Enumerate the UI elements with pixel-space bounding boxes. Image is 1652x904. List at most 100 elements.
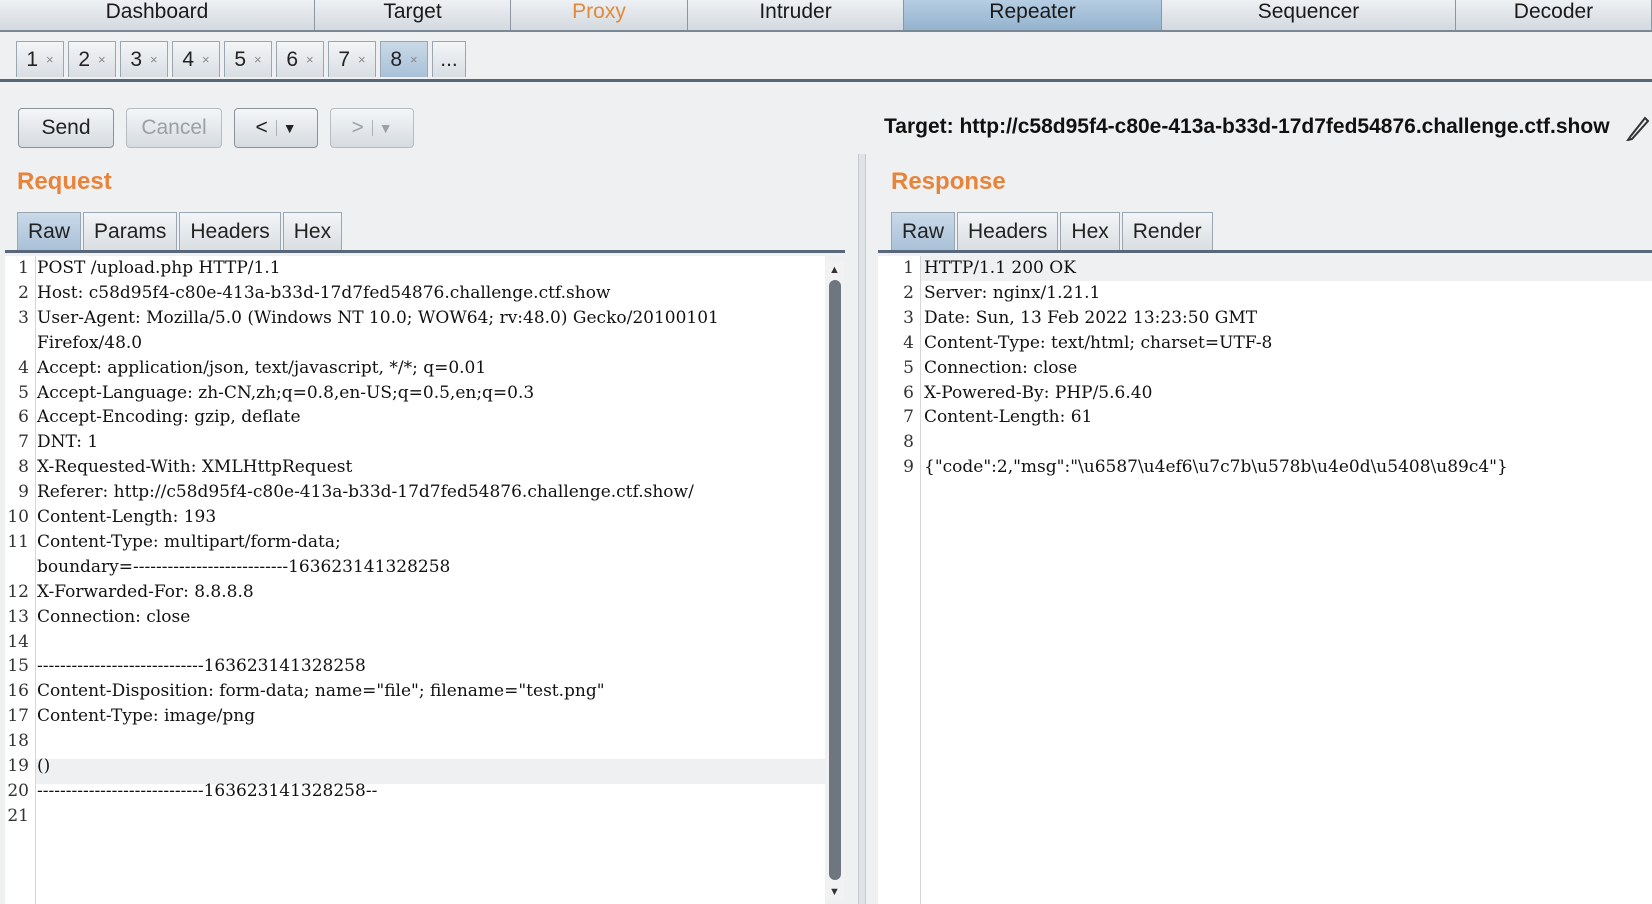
repeater-tab-label: 2 xyxy=(78,47,91,71)
pencil-icon[interactable] xyxy=(1625,113,1650,148)
code-line: Server: nginx/1.21.1 xyxy=(924,282,1101,303)
code-line: User-Agent: Mozilla/5.0 (Windows NT 10.0… xyxy=(37,307,719,328)
repeater-tab-8[interactable]: 8 × xyxy=(380,41,428,77)
request-tab-headers[interactable]: Headers xyxy=(179,212,281,250)
repeater-tab-label: 6 xyxy=(286,47,299,71)
tab-dashboard[interactable]: Dashboard xyxy=(0,0,315,30)
repeater-tab-label: 7 xyxy=(338,47,351,71)
line-number: 13 xyxy=(7,606,29,627)
line-number: 9 xyxy=(18,482,29,503)
line-number: 6 xyxy=(18,407,29,428)
code-line: X-Requested-With: XMLHttpRequest xyxy=(37,457,353,478)
code-line: Referer: http://c58d95f4-c80e-413a-b33d-… xyxy=(37,482,694,503)
tab-intruder[interactable]: Intruder xyxy=(688,0,904,30)
close-icon[interactable]: × xyxy=(254,52,262,67)
tab-target[interactable]: Target xyxy=(315,0,511,30)
dropdown-icon[interactable]: ▼ xyxy=(371,120,393,136)
line-number: 2 xyxy=(18,282,29,303)
close-icon[interactable]: × xyxy=(358,52,366,67)
line-number: 3 xyxy=(903,307,914,328)
line-number: 12 xyxy=(7,581,29,602)
repeater-tab-1[interactable]: 1 × xyxy=(16,41,64,77)
line-number: 20 xyxy=(7,780,29,801)
repeater-tab-label: 5 xyxy=(234,47,247,71)
code-line: boundary=---------------------------1636… xyxy=(37,556,451,577)
cancel-button[interactable]: Cancel xyxy=(126,108,222,148)
tab-proxy[interactable]: Proxy xyxy=(511,0,688,30)
line-number: 5 xyxy=(18,382,29,403)
close-icon[interactable]: × xyxy=(410,52,418,67)
line-number: 9 xyxy=(903,457,914,478)
code-line: X-Forwarded-For: 8.8.8.8 xyxy=(37,581,254,602)
back-button[interactable]: < ▼ xyxy=(234,108,318,148)
repeater-tab-6[interactable]: 6 × xyxy=(276,41,324,77)
code-line: Content-Type: image/png xyxy=(37,706,256,727)
repeater-tab-more[interactable]: ... xyxy=(432,41,466,77)
line-number: 11 xyxy=(7,531,29,552)
request-editor[interactable]: 1 POST /upload.php HTTP/1.1 2 Host: c58d95f… xyxy=(5,256,825,904)
line-number: 7 xyxy=(903,407,914,428)
dropdown-icon[interactable]: ▼ xyxy=(275,120,297,136)
chevron-left-icon: < xyxy=(255,116,268,139)
line-number: 18 xyxy=(7,731,29,752)
close-icon[interactable]: × xyxy=(98,52,106,67)
close-icon[interactable]: × xyxy=(202,52,210,67)
repeater-tab-label: 3 xyxy=(130,47,143,71)
code-line: X-Powered-By: PHP/5.6.40 xyxy=(924,382,1153,403)
scroll-thumb[interactable] xyxy=(829,280,841,880)
repeater-tab-label: 1 xyxy=(26,47,39,71)
request-title: Request xyxy=(17,168,112,195)
code-line: -----------------------------16362314132… xyxy=(37,780,378,801)
tab-decoder[interactable]: Decoder xyxy=(1456,0,1652,30)
response-tab-hex[interactable]: Hex xyxy=(1060,212,1120,250)
line-number: 4 xyxy=(903,332,914,353)
request-tab-raw[interactable]: Raw xyxy=(17,212,82,250)
code-line: Firefox/48.0 xyxy=(37,332,143,353)
response-tab-headers[interactable]: Headers xyxy=(957,212,1059,250)
code-line: Content-Disposition: form-data; name="fi… xyxy=(37,681,605,702)
line-number: 1 xyxy=(903,258,914,278)
forward-button[interactable]: > ▼ xyxy=(330,108,414,148)
scroll-down-icon[interactable]: ▼ xyxy=(829,886,840,898)
repeater-tab-3[interactable]: 3 × xyxy=(120,41,168,77)
scroll-up-icon[interactable]: ▲ xyxy=(829,264,840,276)
repeater-tab-4[interactable]: 4 × xyxy=(172,41,220,77)
split-pane-divider[interactable] xyxy=(858,154,866,904)
code-line: Connection: close xyxy=(924,357,1078,378)
code-line: Content-Type: text/html; charset=UTF-8 xyxy=(924,332,1273,353)
response-tab-render[interactable]: Render xyxy=(1121,212,1213,250)
request-tab-hex[interactable]: Hex xyxy=(282,212,343,250)
line-number: 15 xyxy=(7,656,29,677)
repeater-tab-7[interactable]: 7 × xyxy=(328,41,376,77)
line-number: 17 xyxy=(7,706,29,727)
close-icon[interactable]: × xyxy=(46,52,54,67)
response-title: Response xyxy=(891,168,1006,195)
response-editor[interactable]: 1 HTTP/1.1 200 OK 2 Server: nginx/1.21.1 3 Da… xyxy=(878,256,1652,904)
code-line: Accept: application/json, text/javascrip… xyxy=(37,357,487,378)
code-line: Content-Type: multipart/form-data; xyxy=(37,531,341,552)
repeater-tab-bar: 1 × 2 × 3 × 4 × 5 × 6 × 7 × 8 × ... xyxy=(16,41,470,79)
code-line: HTTP/1.1 200 OK xyxy=(924,258,1076,278)
close-icon[interactable]: × xyxy=(150,52,158,67)
tool-tab-bar: Dashboard Target Proxy Intruder Repeater… xyxy=(0,0,1652,32)
tab-repeater[interactable]: Repeater xyxy=(904,0,1162,30)
line-number: 8 xyxy=(903,432,914,453)
request-tab-params[interactable]: Params xyxy=(83,212,178,250)
tab-sequencer[interactable]: Sequencer xyxy=(1162,0,1456,30)
request-scrollbar[interactable]: ▲ ▼ xyxy=(826,262,844,900)
send-button[interactable]: Send xyxy=(18,108,114,148)
line-number: 3 xyxy=(18,307,29,328)
code-line: Content-Length: 61 xyxy=(924,407,1093,428)
line-number: 6 xyxy=(903,382,914,403)
code-line: -----------------------------16362314132… xyxy=(37,656,366,677)
response-tab-raw[interactable]: Raw xyxy=(891,212,956,250)
repeater-tab-label: 8 xyxy=(390,47,403,71)
line-number: 16 xyxy=(7,681,29,702)
code-line: Accept-Encoding: gzip, deflate xyxy=(37,407,301,428)
close-icon[interactable]: × xyxy=(306,52,314,67)
repeater-tab-2[interactable]: 2 × xyxy=(68,41,116,77)
line-number: 1 xyxy=(18,258,29,278)
repeater-tab-5[interactable]: 5 × xyxy=(224,41,272,77)
chevron-right-icon: > xyxy=(351,116,364,139)
response-tabs: Raw Headers Hex Render xyxy=(891,212,1215,250)
